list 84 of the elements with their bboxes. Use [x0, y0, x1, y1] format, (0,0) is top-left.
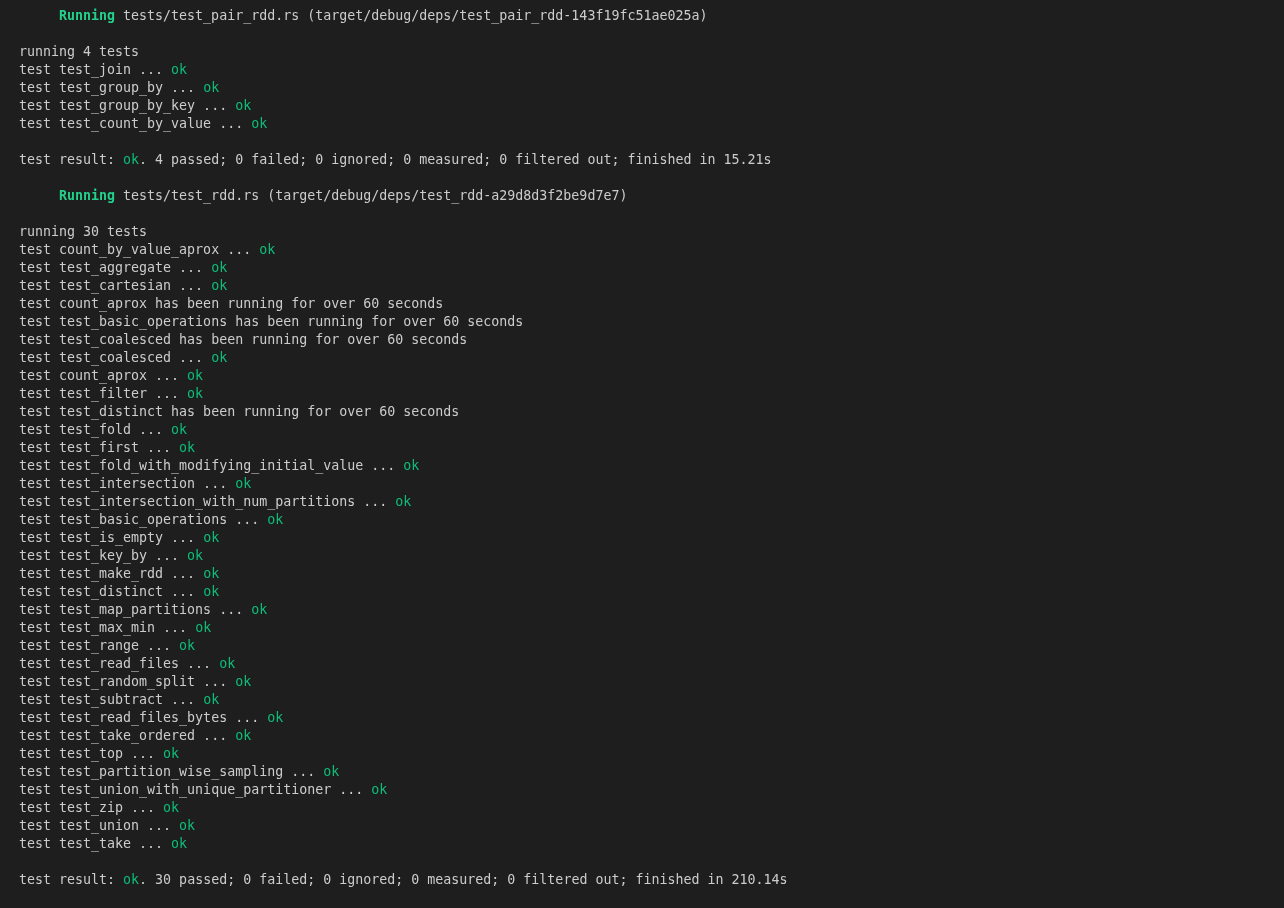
test-name: test test_group_by ...	[19, 79, 196, 97]
test-name: test test_random_split ...	[19, 673, 228, 691]
test-name: test test_take ...	[19, 835, 164, 853]
test-name: test test_zip ...	[19, 799, 156, 817]
test-status: ok	[403, 457, 420, 475]
test-name: test test_partition_wise_sampling ...	[19, 763, 316, 781]
test-status: ok	[203, 79, 220, 97]
test-status: ok	[187, 547, 204, 565]
test-name: test test_cartesian ...	[19, 277, 204, 295]
running-label: Running	[59, 187, 116, 205]
test-target-path: tests/test_rdd.rs (target/debug/deps/test_rdd-a29d8d3f2be9d7e7)	[123, 187, 628, 205]
result-summary: . 4 passed; 0 failed; 0 ignored; 0 measured; 0 filtered out; finished in 15.21s	[139, 151, 772, 169]
test-name: test test_take_ordered ...	[19, 727, 228, 745]
test-name: test test_top ...	[19, 745, 156, 763]
test-status: ok	[235, 673, 252, 691]
test-status: ok	[219, 655, 236, 673]
test-status: ok	[187, 385, 204, 403]
test-name: test test_range ...	[19, 637, 172, 655]
test-status: ok	[203, 529, 220, 547]
test-status: ok	[267, 709, 284, 727]
test-name: test test_join ...	[19, 61, 164, 79]
result-summary: . 30 passed; 0 failed; 0 ignored; 0 measured; 0 filtered out; finished in 210.14s	[139, 871, 788, 889]
test-status: ok	[235, 475, 252, 493]
test-name: test test_subtract ...	[19, 691, 196, 709]
test-name: test count_by_value_aprox ...	[19, 241, 252, 259]
test-target-path: tests/test_pair_rdd.rs (target/debug/deps/test_pair_rdd-143f19fc51ae025a)	[123, 7, 708, 25]
test-status: ok	[171, 835, 188, 853]
test-status: ok	[251, 601, 268, 619]
test-name: test test_fold_with_modifying_initial_value ...	[19, 457, 396, 475]
test-name: test test_coalesced ...	[19, 349, 204, 367]
running-label: Running	[59, 7, 116, 25]
test-name: test test_read_files ...	[19, 655, 212, 673]
test-status: ok	[235, 727, 252, 745]
test-status: ok	[211, 349, 228, 367]
test-status: ok	[171, 421, 188, 439]
result-label: test result:	[19, 151, 116, 169]
test-status: ok	[163, 745, 180, 763]
result-status: ok	[123, 151, 140, 169]
test-name: test test_aggregate ...	[19, 259, 204, 277]
test-name: test test_intersection_with_num_partitions ...	[19, 493, 388, 511]
test-running-note: test test_basic_operations has been running for over 60 seconds	[19, 313, 524, 331]
test-status: ok	[395, 493, 412, 511]
result-label: test result:	[19, 871, 116, 889]
test-status: ok	[371, 781, 388, 799]
test-count-header: running 4 tests	[19, 43, 140, 61]
test-name: test test_key_by ...	[19, 547, 180, 565]
test-name: test test_count_by_value ...	[19, 115, 244, 133]
test-status: ok	[251, 115, 268, 133]
test-name: test test_group_by_key ...	[19, 97, 228, 115]
test-status: ok	[179, 817, 196, 835]
test-name: test test_basic_operations ...	[19, 511, 260, 529]
test-status: ok	[211, 259, 228, 277]
test-status: ok	[203, 583, 220, 601]
test-name: test test_map_partitions ...	[19, 601, 244, 619]
test-name: test test_union_with_unique_partitioner ...	[19, 781, 364, 799]
test-name: test count_aprox ...	[19, 367, 180, 385]
test-name: test test_make_rdd ...	[19, 565, 196, 583]
test-status: ok	[179, 439, 196, 457]
test-status: ok	[195, 619, 212, 637]
result-status: ok	[123, 871, 140, 889]
test-status: ok	[259, 241, 276, 259]
test-running-note: test test_coalesced has been running for over 60 seconds	[19, 331, 468, 349]
test-name: test test_distinct ...	[19, 583, 196, 601]
test-status: ok	[323, 763, 340, 781]
test-status: ok	[187, 367, 204, 385]
test-status: ok	[163, 799, 180, 817]
test-name: test test_first ...	[19, 439, 172, 457]
test-name: test test_is_empty ...	[19, 529, 196, 547]
test-name: test test_union ...	[19, 817, 172, 835]
test-name: test test_filter ...	[19, 385, 180, 403]
test-status: ok	[203, 565, 220, 583]
test-status: ok	[171, 61, 188, 79]
test-name: test test_read_files_bytes ...	[19, 709, 260, 727]
test-name: test test_fold ...	[19, 421, 164, 439]
test-status: ok	[267, 511, 284, 529]
test-running-note: test test_distinct has been running for over 60 seconds	[19, 403, 460, 421]
test-count-header: running 30 tests	[19, 223, 148, 241]
test-name: test test_max_min ...	[19, 619, 188, 637]
test-name: test test_intersection ...	[19, 475, 228, 493]
test-status: ok	[235, 97, 252, 115]
test-running-note: test count_aprox has been running for over 60 seconds	[19, 295, 444, 313]
test-status: ok	[211, 277, 228, 295]
test-status: ok	[179, 637, 196, 655]
test-status: ok	[203, 691, 220, 709]
